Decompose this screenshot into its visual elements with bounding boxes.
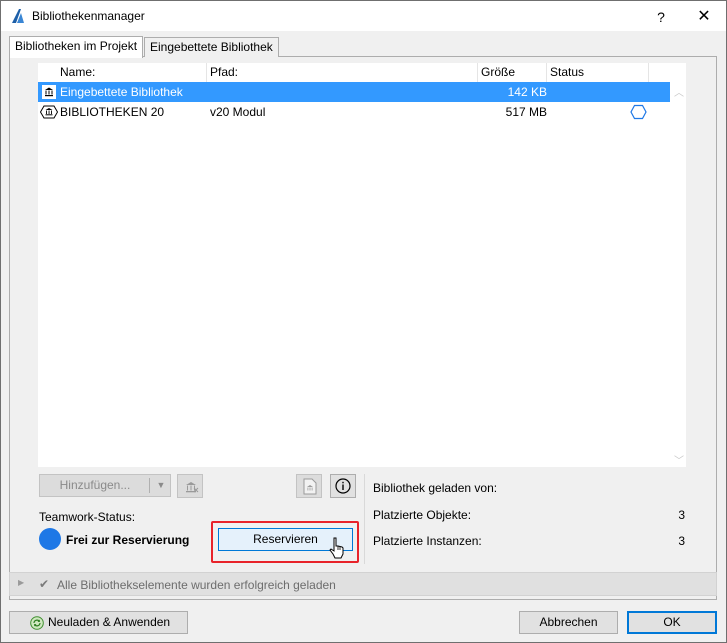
placed-instances-label: Platzierte Instanzen: [373, 534, 482, 548]
row-path: v20 Modul [210, 105, 266, 119]
reload-apply-label: Neuladen & Anwenden [48, 615, 171, 629]
placed-instances-value: 3 [678, 534, 685, 548]
row-size: 142 KB [507, 85, 547, 99]
title-bar: Bibliothekenmanager ? ✕ [1, 1, 726, 31]
list-row-bibliotheken[interactable]: BIBLIOTHEKEN 20 v20 Modul 517 MB [38, 102, 670, 122]
tab-embedded-library[interactable]: Eingebettete Bibliothek [144, 37, 279, 57]
checkmark-icon: ✔ [39, 577, 50, 591]
row-size: 517 MB [505, 105, 547, 119]
list-header: Name: Pfad: Größe Status [38, 63, 670, 83]
column-header-status[interactable]: Status [547, 63, 649, 82]
vertical-divider [364, 474, 365, 564]
window-title: Bibliothekenmanager [32, 9, 145, 23]
document-icon [303, 478, 317, 495]
hexagon-status-icon [630, 104, 647, 120]
library-loaded-from-label: Bibliothek geladen von: [373, 481, 498, 495]
status-bar: ▶ ✔ Alle Bibliothekselemente wurden erfo… [9, 572, 717, 596]
add-library-button[interactable]: Hinzufügen... ▼ [39, 474, 171, 497]
scroll-up-arrow[interactable]: ︿ [672, 84, 686, 99]
close-button[interactable]: ✕ [681, 2, 727, 32]
status-message: Alle Bibliothekselemente wurden erfolgre… [57, 578, 336, 592]
row-name: Eingebettete Bibliothek [60, 85, 183, 99]
cancel-button[interactable]: Abbrechen [519, 611, 618, 634]
remove-library-icon [186, 482, 199, 493]
column-header-name[interactable]: Name: [57, 63, 207, 82]
teamwork-status-text: Frei zur Reservierung [66, 533, 190, 547]
column-header-size[interactable]: Größe [478, 63, 547, 82]
info-icon [335, 478, 351, 494]
list-row-embedded[interactable]: Eingebettete Bibliothek 142 KB [38, 82, 670, 102]
info-button[interactable] [330, 474, 356, 498]
ok-button[interactable]: OK [627, 611, 717, 634]
archicad-app-icon [12, 9, 24, 23]
teamwork-status-indicator-icon [39, 528, 61, 550]
library-list[interactable] [38, 63, 686, 467]
add-button-divider [149, 478, 150, 493]
reload-icon [30, 616, 44, 630]
library-document-button[interactable] [296, 474, 322, 498]
reload-apply-button[interactable]: Neuladen & Anwenden [9, 611, 188, 634]
remove-library-button[interactable] [177, 474, 203, 498]
help-button[interactable]: ? [641, 2, 681, 32]
placed-objects-label: Platzierte Objekte: [373, 508, 472, 522]
library-icon [40, 105, 58, 119]
tab-project-libraries[interactable]: Bibliotheken im Projekt [9, 36, 144, 58]
add-library-label: Hinzufügen... [59, 478, 131, 492]
embedded-library-icon [42, 85, 56, 99]
teamwork-status-label: Teamwork-Status: [39, 510, 136, 524]
row-name: BIBLIOTHEKEN 20 [60, 105, 165, 119]
placed-objects-value: 3 [678, 508, 685, 522]
scroll-down-arrow[interactable]: ﹀ [672, 452, 686, 467]
add-dropdown-arrow-icon[interactable]: ▼ [154, 475, 168, 496]
expand-arrow-icon[interactable]: ▶ [18, 578, 24, 587]
column-header-path[interactable]: Pfad: [207, 63, 478, 82]
mouse-cursor-icon [329, 537, 344, 559]
